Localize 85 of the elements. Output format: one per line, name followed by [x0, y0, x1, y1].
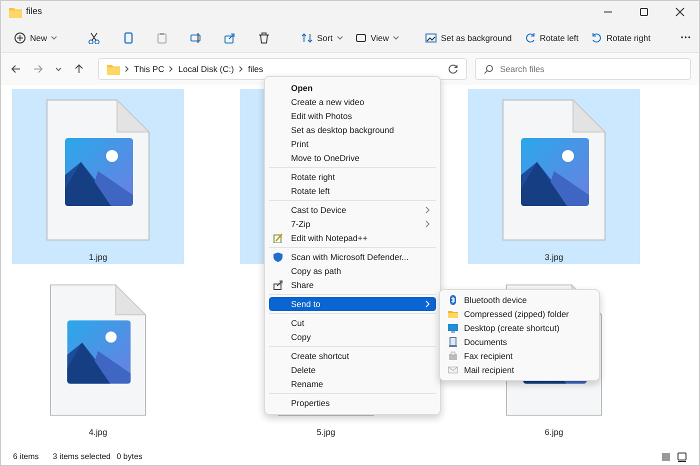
- address-bar[interactable]: This PC Local Disk (C:) files: [98, 58, 467, 80]
- breadcrumb-item[interactable]: files: [248, 62, 264, 76]
- folder-icon: [9, 6, 22, 18]
- rename-icon: [190, 32, 202, 44]
- menu-item[interactable]: Copy: [269, 330, 436, 344]
- file-tile[interactable]: 1.jpg: [12, 89, 184, 264]
- rotate-arrow-icon: [590, 32, 603, 44]
- share-icon: [224, 32, 236, 44]
- file-tile[interactable]: 3.jpg: [468, 89, 640, 264]
- details-view-icon[interactable]: [661, 452, 671, 462]
- selection-count: 3 items selected: [52, 451, 111, 464]
- envelope-icon: [448, 365, 458, 375]
- toolbar-button[interactable]: Sort: [296, 28, 348, 48]
- back-arrow-icon: [11, 64, 21, 74]
- chevron-down-icon: [55, 66, 62, 72]
- menu-item[interactable]: Cut: [269, 316, 436, 330]
- scissors-icon: [88, 32, 100, 44]
- menu-item[interactable]: Rename: [269, 377, 436, 391]
- menu-item[interactable]: Desktop (create shortcut): [444, 321, 595, 335]
- chevron-right-icon: [169, 66, 174, 72]
- chevron-right-icon: [125, 66, 129, 72]
- file-name: 6.jpg: [544, 426, 564, 440]
- menu-item[interactable]: Send to: [269, 297, 436, 311]
- item-count: 6 items: [13, 451, 39, 464]
- file-name: 3.jpg: [544, 251, 564, 264]
- trash-icon: [258, 32, 270, 44]
- menu-item[interactable]: Open: [269, 81, 436, 95]
- image-file-icon: [502, 99, 606, 242]
- menu-item[interactable]: Rotate right: [269, 170, 436, 184]
- search-field[interactable]: Search files: [475, 58, 691, 80]
- toolbar-button[interactable]: Rotate left: [518, 28, 584, 48]
- fax-icon: [448, 351, 458, 361]
- copy-icon: [122, 32, 134, 44]
- breadcrumb-item[interactable]: Local Disk (C:): [178, 62, 234, 76]
- refresh-icon[interactable]: [448, 64, 458, 74]
- menu-item[interactable]: Edit with Notepad++: [269, 231, 436, 245]
- menu-item[interactable]: Share: [269, 278, 436, 292]
- file-name: 5.jpg: [316, 426, 336, 440]
- menu-item[interactable]: Fax recipient: [444, 349, 595, 363]
- forward-arrow-icon: [33, 64, 43, 74]
- menu-item[interactable]: Create shortcut: [269, 349, 436, 363]
- menu-item[interactable]: Edit with Photos: [269, 109, 436, 123]
- bluetooth-icon: [448, 295, 458, 305]
- menu-item[interactable]: Move to OneDrive: [269, 151, 436, 165]
- toolbar-button[interactable]: New: [9, 28, 62, 48]
- toolbar-button[interactable]: View: [350, 28, 404, 48]
- file-name: 1.jpg: [88, 251, 108, 264]
- square-icon: [354, 32, 367, 44]
- folder-icon: [107, 64, 120, 75]
- plus-circle-icon: [14, 32, 26, 44]
- menu-item[interactable]: Bluetooth device: [444, 293, 595, 307]
- selection-size: 0 bytes: [116, 451, 142, 464]
- breadcrumb-item[interactable]: This PC: [134, 62, 164, 76]
- search-icon: [484, 65, 493, 74]
- up-arrow-icon: [74, 64, 84, 74]
- menu-item[interactable]: Set as desktop background: [269, 123, 436, 137]
- toolbar-button[interactable]: Set as background: [420, 28, 517, 48]
- recent-button[interactable]: [53, 64, 64, 74]
- menu-item[interactable]: Mail recipient: [444, 363, 595, 377]
- menu-item[interactable]: Rotate left: [269, 184, 436, 198]
- window-title: files: [26, 5, 42, 18]
- document-icon: [448, 337, 458, 347]
- menu-item[interactable]: Copy as path: [269, 264, 436, 278]
- menu-item[interactable]: Cast to Device: [269, 203, 436, 217]
- menu-item[interactable]: Scan with Microsoft Defender...: [269, 250, 436, 264]
- monitor-icon: [448, 323, 458, 333]
- tiles-view-icon[interactable]: [677, 452, 687, 462]
- more-button[interactable]: ···: [675, 26, 696, 50]
- picture-icon: [424, 32, 437, 44]
- file-tile[interactable]: 4.jpg: [12, 274, 184, 440]
- zip-folder-icon: [448, 309, 458, 319]
- image-file-icon: [46, 99, 150, 242]
- menu-item[interactable]: Compressed (zipped) folder: [444, 307, 595, 321]
- file-name: 4.jpg: [88, 426, 108, 440]
- clipboard-icon: [156, 32, 168, 44]
- rotate-arrow-icon: [524, 32, 536, 44]
- menu-item[interactable]: Properties: [269, 396, 436, 410]
- menu-item[interactable]: 7-Zip: [269, 217, 436, 231]
- toolbar-button[interactable]: Rotate right: [586, 28, 656, 48]
- sort-arrows-icon: [301, 32, 314, 44]
- menu-item[interactable]: Print: [269, 137, 436, 151]
- chevron-right-icon: [238, 66, 243, 72]
- menu-item[interactable]: Create a new video: [269, 95, 436, 109]
- menu-item[interactable]: Documents: [444, 335, 595, 349]
- menu-item[interactable]: Delete: [269, 363, 436, 377]
